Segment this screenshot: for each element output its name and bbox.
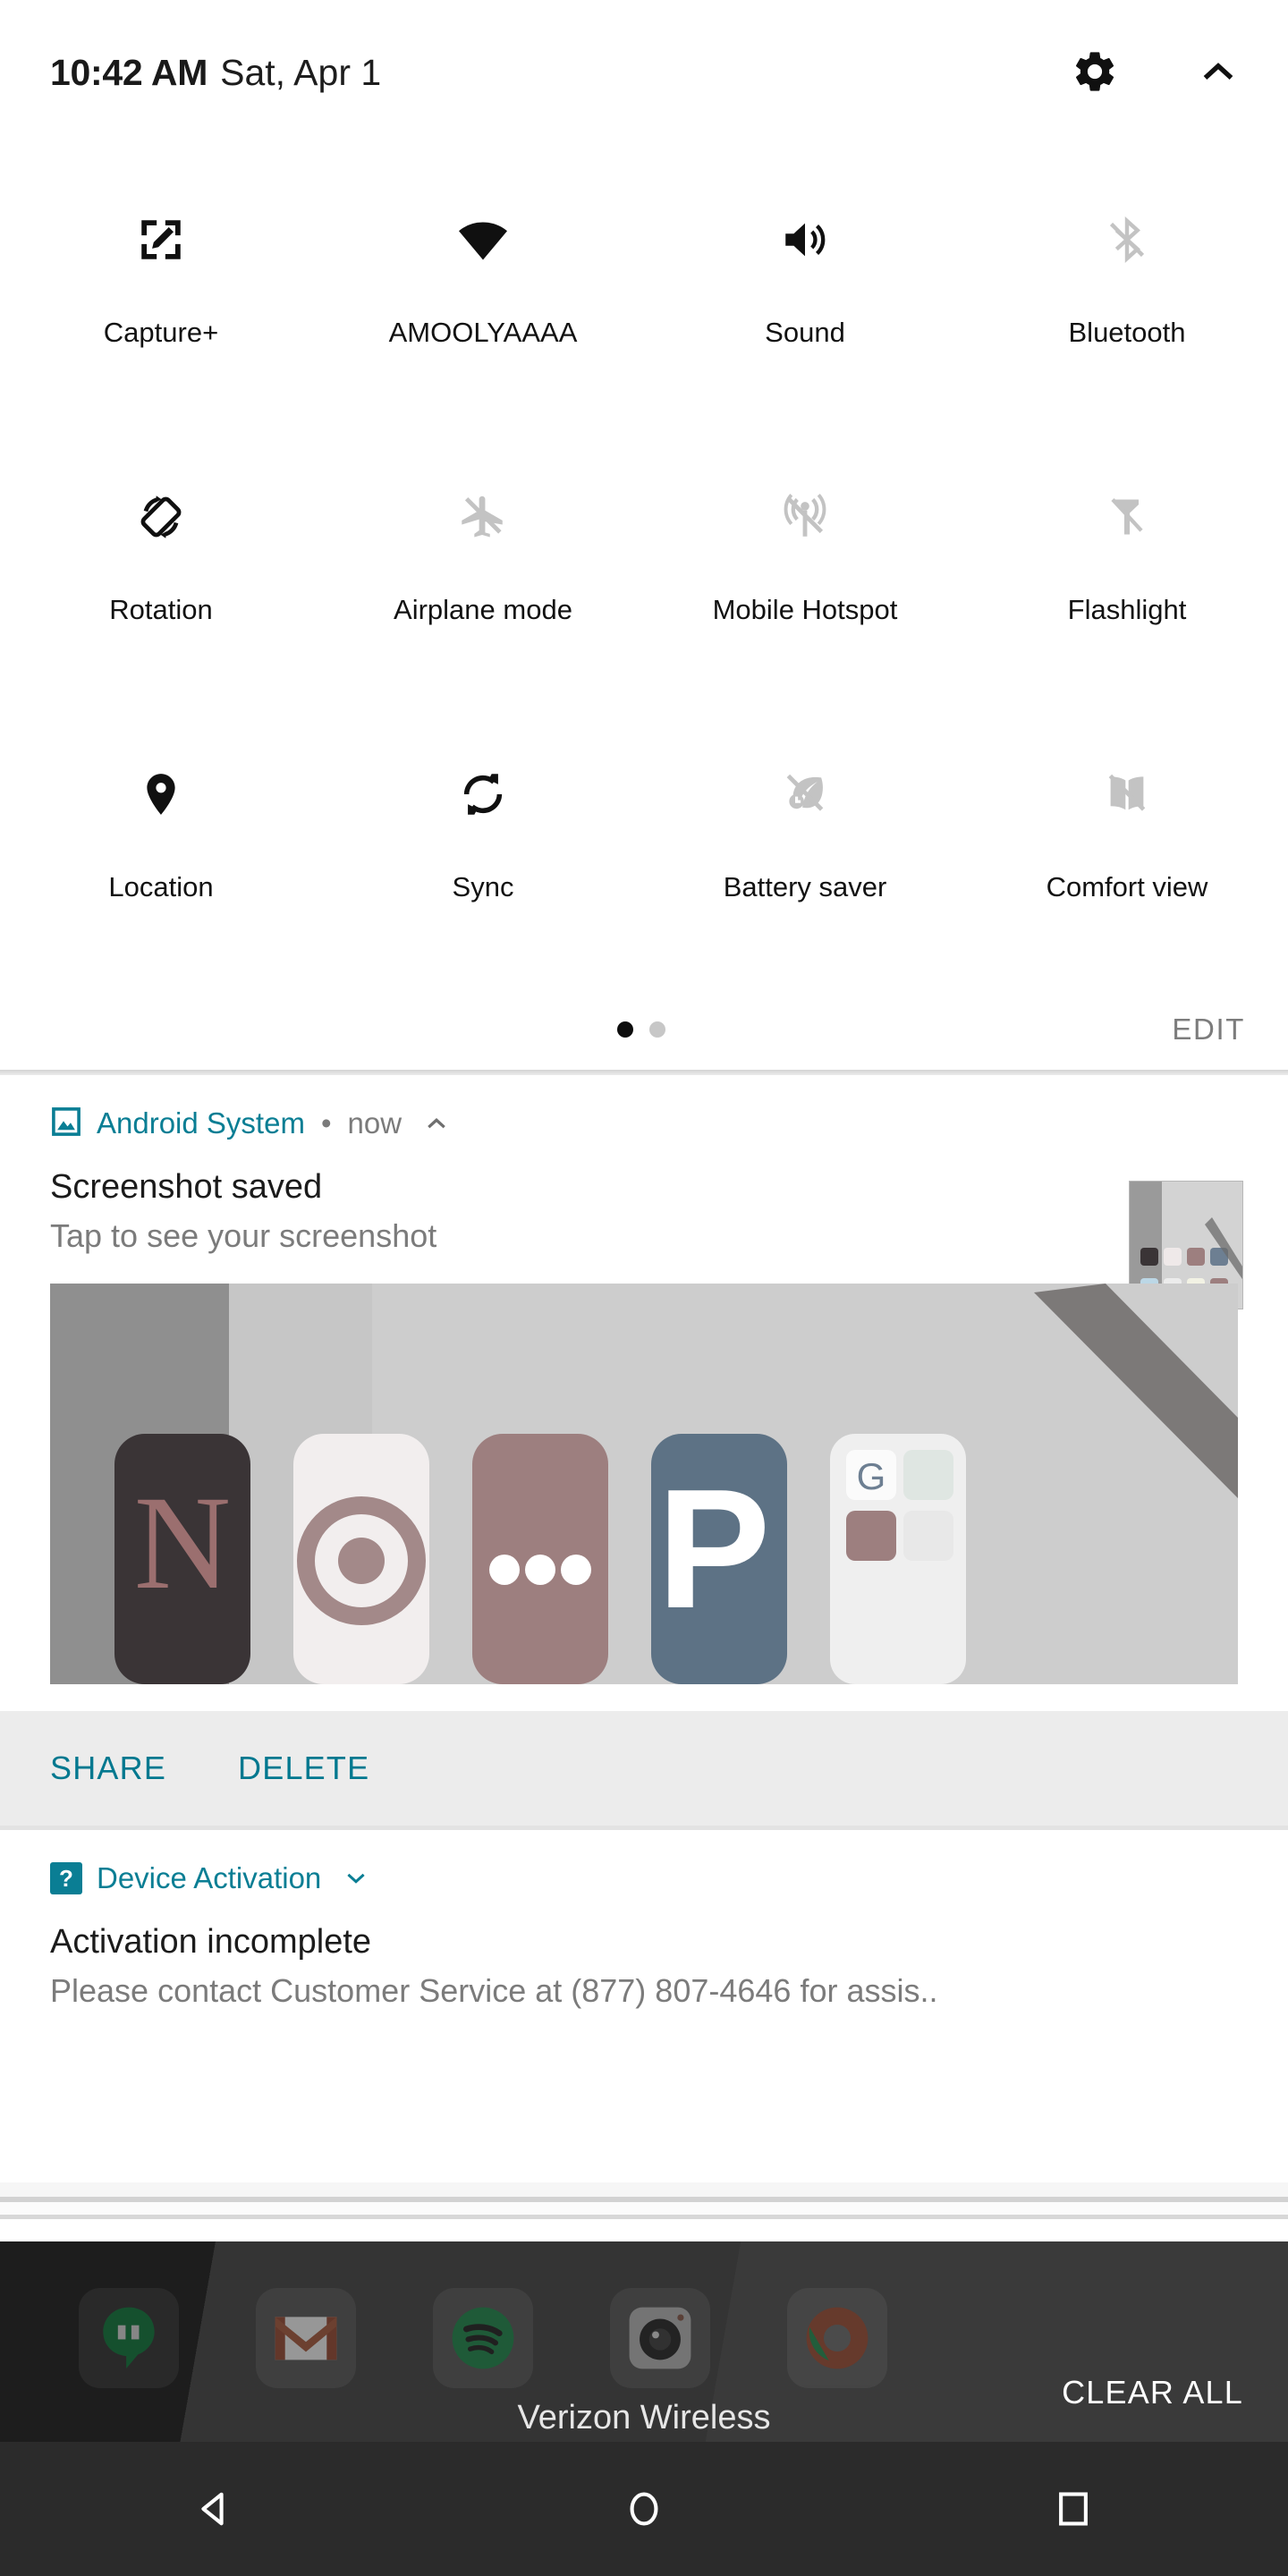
clock-date: Sat, Apr 1 (220, 52, 382, 93)
notification-screenshot[interactable]: Android System • now Screenshot saved Ta… (0, 1075, 1288, 1826)
tile-sync[interactable]: Sync (322, 730, 644, 1007)
tile-label: Location (108, 871, 214, 902)
camera-icon[interactable] (610, 2288, 710, 2388)
back-triangle-icon[interactable] (152, 2460, 277, 2558)
sound-icon (764, 199, 846, 281)
tile-label: Sound (765, 317, 845, 348)
tile-label: Bluetooth (1068, 317, 1186, 348)
gear-icon[interactable] (1068, 45, 1122, 98)
notification-time: now (347, 1106, 402, 1140)
chevron-up-icon[interactable] (423, 1110, 450, 1137)
tile-battery-saver[interactable]: Battery saver (644, 730, 966, 1007)
sync-icon (442, 753, 524, 835)
page-dot-1[interactable] (617, 1021, 633, 1038)
share-button[interactable]: SHARE (50, 1750, 238, 1787)
notification-title: Activation incomplete (50, 1923, 372, 1961)
notification-header: ? Device Activation (0, 1846, 1288, 1911)
notification-actions: SHARE DELETE (0, 1711, 1288, 1826)
hangouts-icon[interactable] (79, 2288, 179, 2388)
tile-label: Capture+ (103, 317, 219, 348)
tile-label: Mobile Hotspot (712, 594, 898, 625)
chevron-down-icon[interactable] (343, 1865, 369, 1892)
tile-wifi[interactable]: AMOOLYAAAA (322, 175, 644, 453)
tile-label: Rotation (109, 594, 213, 625)
location-pin-icon (120, 753, 202, 835)
svg-text:G: G (857, 1455, 886, 1497)
question-badge-icon: ? (50, 1862, 82, 1894)
notification-app-name: Device Activation (97, 1861, 322, 1894)
home-circle-icon[interactable] (581, 2460, 707, 2558)
chevron-up-icon[interactable] (1191, 45, 1245, 98)
clear-all-button[interactable]: CLEAR ALL (1062, 2374, 1243, 2411)
chrome-icon[interactable] (787, 2288, 887, 2388)
tile-label: Battery saver (723, 871, 887, 902)
tile-rotation[interactable]: Rotation (0, 453, 322, 730)
tile-location[interactable]: Location (0, 730, 322, 1007)
battery-saver-off-icon (764, 753, 846, 835)
bluetooth-off-icon (1086, 199, 1168, 281)
tile-label: Comfort view (1046, 871, 1208, 902)
page-indicator-dots[interactable] (617, 1021, 665, 1038)
image-icon (50, 1106, 82, 1142)
spotify-icon[interactable] (433, 2288, 533, 2388)
notification-list: Android System • now Screenshot saved Ta… (0, 1075, 1288, 2200)
tile-mobile-hotspot[interactable]: Mobile Hotspot (644, 453, 966, 730)
notification-device-activation[interactable]: ? Device Activation Activation incomplet… (0, 1830, 1288, 2010)
notification-body: Tap to see your screenshot (50, 1217, 437, 1254)
svg-text:N: N (134, 1469, 231, 1617)
edit-button[interactable]: EDIT (1172, 1013, 1245, 1046)
tile-label: Sync (452, 871, 514, 902)
delete-button[interactable]: DELETE (238, 1750, 441, 1787)
notification-app-name: Android System (97, 1106, 305, 1140)
page-dot-2[interactable] (649, 1021, 665, 1038)
header-actions (1068, 45, 1245, 98)
status-header: 10:42 AM Sat, Apr 1 (0, 0, 1288, 143)
clock-time: 10:42 AM (50, 52, 208, 93)
tile-bluetooth[interactable]: Bluetooth (966, 175, 1288, 453)
notification-body: Please contact Customer Service at (877)… (50, 1972, 938, 2009)
airplane-off-icon (442, 476, 524, 558)
comfort-view-off-icon (1086, 753, 1168, 835)
svg-text:P: P (657, 1454, 771, 1644)
flashlight-off-icon (1086, 476, 1168, 558)
rotation-icon (120, 476, 202, 558)
gmail-icon[interactable] (256, 2288, 356, 2388)
tile-sound[interactable]: Sound (644, 175, 966, 453)
quick-settings-tiles: Capture+ AMOOLYAAAA Sound Bluetooth Rota… (0, 175, 1288, 1007)
capture-plus-icon (120, 199, 202, 281)
shade-bottom-seams (0, 2182, 1288, 2241)
tile-airplane-mode[interactable]: Airplane mode (322, 453, 644, 730)
tile-label: Flashlight (1067, 594, 1187, 625)
notification-title: Screenshot saved (50, 1168, 323, 1206)
quick-settings-pager: EDIT (0, 984, 1288, 1075)
recents-square-icon[interactable] (1011, 2460, 1136, 2558)
tile-comfort-view[interactable]: Comfort view (966, 730, 1288, 1007)
wifi-icon (442, 199, 524, 281)
quick-settings-panel: 10:42 AM Sat, Apr 1 Capture+ AMOOLYAAAA … (0, 0, 1288, 1075)
hotspot-off-icon (764, 476, 846, 558)
tile-flashlight[interactable]: Flashlight (966, 453, 1288, 730)
clock-and-date: 10:42 AM Sat, Apr 1 (50, 52, 381, 94)
notification-separator: • (320, 1106, 332, 1140)
tile-label: AMOOLYAAAA (388, 317, 578, 348)
navigation-bar (0, 2442, 1288, 2576)
notification-header: Android System • now (0, 1091, 1288, 1156)
tile-label: Airplane mode (394, 594, 572, 625)
tile-capture-plus[interactable]: Capture+ (0, 175, 322, 453)
screenshot-preview[interactable]: N P G (50, 1284, 1238, 1684)
